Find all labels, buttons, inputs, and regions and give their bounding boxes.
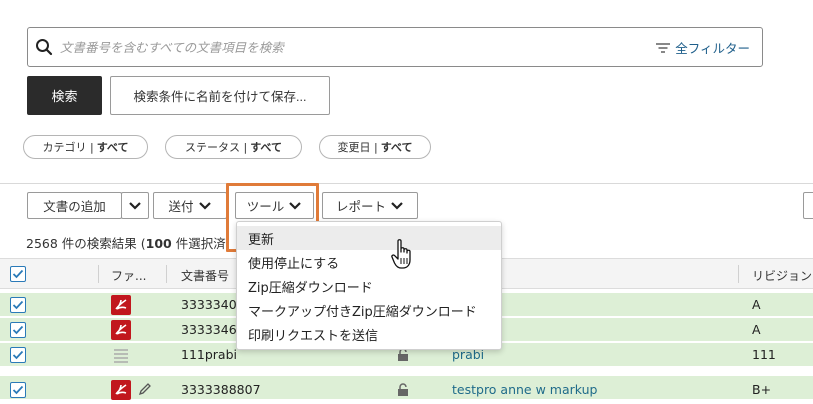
chip-value: すべて: [96, 141, 129, 154]
selected-count: 100: [145, 236, 172, 251]
doc-title-link[interactable]: testpro anne w markup: [452, 382, 597, 397]
result-count-suffix: 件選択済: [171, 236, 226, 251]
all-filters-label: 全フィルター: [675, 41, 750, 56]
row-checkbox[interactable]: [10, 322, 26, 338]
chip-value: すべて: [250, 141, 282, 154]
menu-item-send-print-request[interactable]: 印刷リクエストを送信: [237, 322, 501, 346]
add-document-label: 文書の追加: [43, 199, 106, 214]
revision-cell: A: [752, 297, 761, 312]
chevron-down-icon: [198, 201, 211, 210]
doc-number-cell[interactable]: 3333388807: [181, 382, 261, 397]
acrobat-icon: [115, 299, 127, 310]
chip-label: 変更日 |: [337, 141, 378, 154]
menu-item-deactivate[interactable]: 使用停止にする: [237, 250, 501, 274]
doc-number-cell[interactable]: 111prabi: [181, 347, 237, 362]
revision-cell: 111: [752, 347, 776, 362]
select-all-checkbox[interactable]: [10, 266, 26, 282]
table-row[interactable]: 3333388807 testpro anne w markup B+: [0, 376, 813, 400]
row-checkbox[interactable]: [10, 347, 26, 363]
doc-number-cell[interactable]: 3333346: [181, 322, 237, 337]
column-header-doc-number[interactable]: 文書番号: [181, 267, 229, 284]
revision-cell: A: [752, 322, 761, 337]
check-icon: [12, 350, 24, 360]
chip-label: ステータス |: [185, 141, 248, 154]
result-count-prefix: 2568 件の検索結果 (: [26, 236, 146, 251]
all-filters-link[interactable]: 全フィルター: [655, 38, 750, 57]
search-icon: [36, 39, 53, 56]
report-dropdown-button[interactable]: レポート: [322, 192, 418, 219]
menu-item-zip-download[interactable]: Zip圧縮ダウンロード: [237, 274, 501, 298]
unlock-icon: [398, 348, 408, 361]
search-button[interactable]: 検索: [27, 76, 102, 115]
row-checkbox[interactable]: [10, 382, 26, 398]
search-bar[interactable]: 全フィルター: [27, 27, 763, 67]
section-divider: [0, 183, 813, 184]
tools-dropdown-button[interactable]: ツール: [235, 192, 314, 219]
search-input[interactable]: [58, 36, 638, 58]
chip-label: カテゴリ |: [42, 141, 94, 154]
pdf-file-icon[interactable]: [111, 320, 131, 340]
filter-icon: [656, 42, 671, 53]
tools-dropdown-menu: 更新 使用停止にする Zip圧縮ダウンロード マークアップ付きZip圧縮ダウンロ…: [236, 221, 502, 350]
status-filter-chip[interactable]: ステータス | すべて: [165, 135, 302, 159]
pdf-file-icon[interactable]: [111, 380, 131, 400]
category-filter-chip[interactable]: カテゴリ | すべて: [23, 135, 148, 159]
document-icon[interactable]: [113, 347, 129, 363]
modified-date-filter-chip[interactable]: 変更日 | すべて: [319, 135, 431, 159]
menu-item-refresh[interactable]: 更新: [237, 226, 501, 250]
save-search-button[interactable]: 検索条件に名前を付けて保存...: [110, 76, 330, 115]
menu-item-zip-download-with-markup[interactable]: マークアップ付きZip圧縮ダウンロード: [237, 298, 501, 322]
hand-cursor-icon: [391, 239, 411, 269]
chip-value: すべて: [380, 141, 413, 154]
result-count: 2568 件の検索結果 (100 件選択済: [26, 233, 226, 252]
column-separator: [98, 265, 99, 283]
check-icon: [12, 385, 24, 395]
add-document-menu-button[interactable]: [121, 192, 149, 219]
column-header-revision[interactable]: リビジョン: [752, 267, 812, 284]
column-separator: [166, 265, 167, 283]
column-separator: [738, 265, 739, 283]
tools-label: ツール: [246, 199, 285, 214]
chevron-down-icon: [289, 201, 302, 210]
report-label: レポート: [335, 199, 386, 214]
acrobat-icon: [115, 324, 127, 335]
acrobat-icon: [115, 384, 127, 395]
revision-cell: B+: [752, 382, 772, 397]
check-icon: [12, 325, 24, 335]
check-icon: [12, 269, 24, 279]
chevron-down-icon: [391, 201, 403, 210]
column-header-file[interactable]: ファ...: [111, 267, 146, 284]
row-checkbox[interactable]: [10, 297, 26, 313]
chevron-down-icon: [129, 201, 141, 210]
send-label: 送付: [168, 199, 194, 214]
send-dropdown-button[interactable]: 送付: [153, 192, 227, 219]
view-options-button[interactable]: [803, 192, 813, 219]
markup-pencil-icon[interactable]: [137, 381, 153, 397]
unlock-icon: [398, 383, 408, 396]
add-document-button[interactable]: 文書の追加: [27, 192, 122, 219]
check-icon: [12, 300, 24, 310]
doc-number-cell[interactable]: 3333340: [181, 297, 237, 312]
pdf-file-icon[interactable]: [111, 295, 131, 315]
